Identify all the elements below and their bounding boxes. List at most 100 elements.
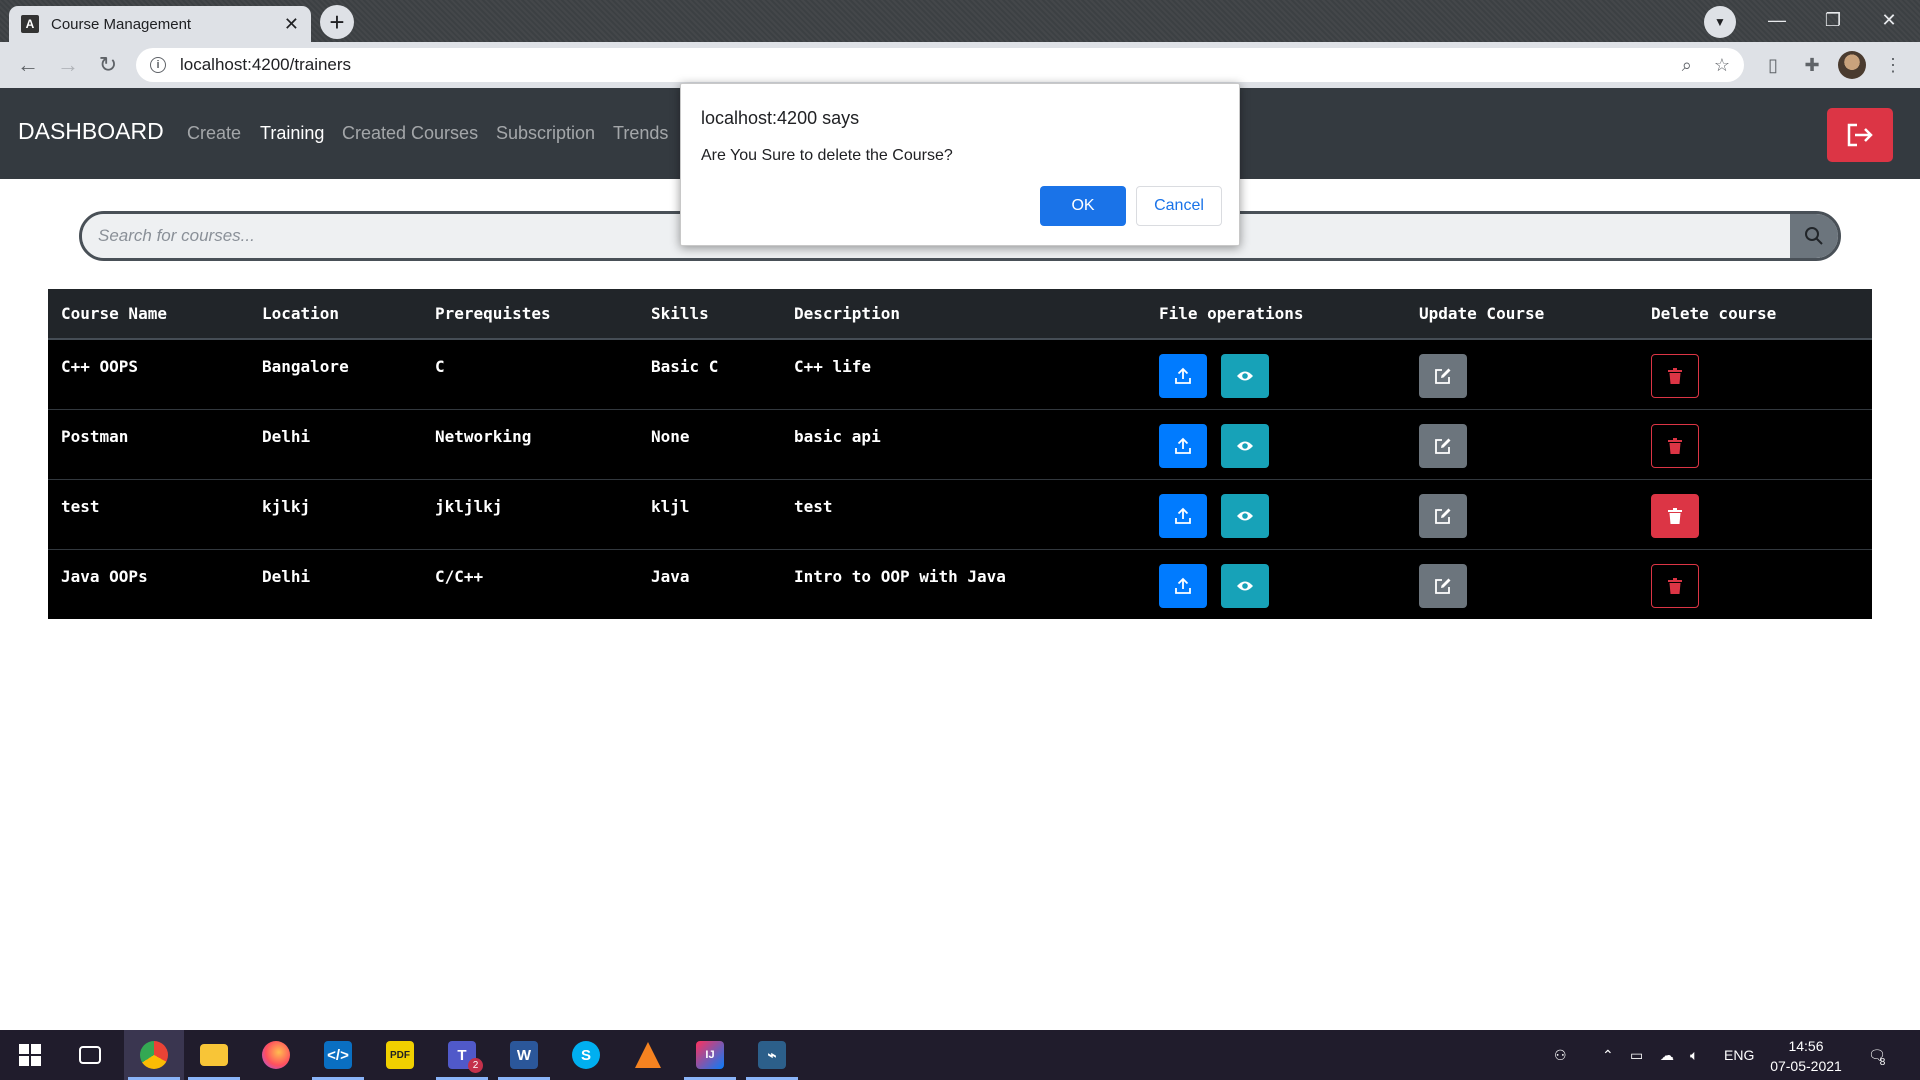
delete-course-button[interactable] (1651, 423, 1699, 468)
tab-title: Course Management (51, 15, 192, 33)
taskbar-intellij[interactable]: IJ (680, 1030, 740, 1080)
nav-link-subscription[interactable]: Subscription (496, 123, 595, 144)
dialog-title: localhost:4200 says (701, 108, 860, 128)
edit-icon (1435, 368, 1451, 384)
table-row: test kjlkj jkljlkj kljl test (48, 478, 1872, 549)
site-info-icon[interactable]: i (150, 57, 166, 73)
header-file-operations: File operations (1146, 289, 1406, 340)
tab-close-icon[interactable]: ✕ (284, 14, 299, 35)
volume-icon[interactable]: 🔈︎ (1690, 1030, 1698, 1080)
table-header-row: Course Name Location Prerequistes Skills… (48, 289, 1872, 340)
dialog-cancel-button[interactable]: Cancel (1136, 186, 1222, 226)
view-file-button[interactable] (1221, 423, 1269, 468)
new-tab-button[interactable]: + (320, 5, 354, 39)
course-name-cell: C++ OOPS (48, 338, 249, 409)
header-description: Description (781, 289, 1146, 340)
dialog-message: Are You Sure to delete the Course? (701, 147, 953, 164)
delete-course-button[interactable] (1651, 563, 1699, 608)
firefox-icon (262, 1041, 290, 1069)
restore-icon[interactable]: ❐ (1808, 4, 1858, 36)
confirm-dialog: localhost:4200 says Are You Sure to dele… (680, 83, 1240, 246)
taskbar-vlc[interactable] (618, 1030, 678, 1080)
notification-center-icon[interactable]: 🗨︎ 8 (1868, 1030, 1886, 1080)
update-course-button[interactable] (1419, 493, 1467, 538)
skills-cell: Basic C (638, 338, 781, 409)
header-update-course: Update Course (1406, 289, 1638, 340)
header-location: Location (249, 289, 422, 340)
upload-file-button[interactable] (1159, 563, 1207, 608)
nav-link-trends[interactable]: Trends (613, 123, 668, 144)
profile-avatar[interactable] (1838, 51, 1866, 79)
browser-tab[interactable]: A Course Management ✕ (9, 6, 311, 42)
update-course-button[interactable] (1419, 354, 1467, 398)
description-cell: basic api (781, 408, 1146, 479)
browser-toolbar: ← → ↻ i localhost:4200/trainers ⌕ ☆ ▯ ✚ … (0, 42, 1920, 88)
taskbar-chrome[interactable] (124, 1030, 184, 1080)
reload-icon[interactable]: ↻ (92, 49, 124, 81)
update-course-button[interactable] (1419, 563, 1467, 608)
trash-icon (1668, 507, 1682, 524)
taskbar-mysql-workbench[interactable]: ⌁ (742, 1030, 802, 1080)
taskbar-teams[interactable]: T 2 (432, 1030, 492, 1080)
nav-link-created-courses[interactable]: Created Courses (342, 123, 478, 144)
prerequisites-cell: C/C++ (422, 548, 638, 619)
file-operations-cell (1146, 408, 1406, 479)
upload-file-button[interactable] (1159, 423, 1207, 468)
taskbar-word[interactable]: W (494, 1030, 554, 1080)
location-cell: kjlkj (249, 478, 422, 549)
forward-arrow-icon[interactable]: → (52, 49, 84, 81)
taskbar-pdf-reader[interactable]: PDF (370, 1030, 430, 1080)
task-view-button[interactable] (60, 1030, 120, 1080)
view-file-button[interactable] (1221, 354, 1269, 398)
upload-icon (1175, 507, 1191, 524)
show-hidden-icons-chevron-icon[interactable]: ⌃ (1602, 1030, 1614, 1080)
battery-icon[interactable]: ▭ (1630, 1030, 1643, 1080)
bookmark-star-icon[interactable]: ☆ (1714, 55, 1730, 76)
delete-course-button[interactable] (1651, 354, 1699, 398)
taskbar-clock[interactable]: 14:56 07-05-2021 (1766, 1036, 1846, 1076)
notification-count: 8 (1879, 1056, 1886, 1068)
address-url[interactable]: localhost:4200/trainers (180, 55, 1660, 75)
upload-file-button[interactable] (1159, 493, 1207, 538)
start-button[interactable] (0, 1030, 60, 1080)
prerequisites-cell: Networking (422, 408, 638, 479)
delete-course-button[interactable] (1651, 493, 1699, 538)
upload-file-button[interactable] (1159, 354, 1207, 398)
view-file-button[interactable] (1221, 563, 1269, 608)
taskbar-file-explorer[interactable] (184, 1030, 244, 1080)
search-button[interactable] (1790, 214, 1838, 258)
onedrive-cloud-icon[interactable]: ☁ (1660, 1030, 1674, 1080)
update-course-cell (1406, 338, 1638, 409)
back-arrow-icon[interactable]: ← (12, 49, 44, 81)
nav-link-training[interactable]: Training (260, 123, 324, 144)
minimize-icon[interactable]: — (1752, 4, 1802, 36)
angular-favicon-icon: A (21, 15, 39, 33)
location-cell: Delhi (249, 408, 422, 479)
taskbar-vscode[interactable]: </> (308, 1030, 368, 1080)
dashboard-brand[interactable]: DASHBOARD (18, 118, 164, 145)
address-bar[interactable]: i localhost:4200/trainers ⌕ ☆ (136, 48, 1744, 82)
header-delete-course: Delete course (1638, 289, 1872, 340)
browser-menu-icon[interactable]: ⋮ (1878, 50, 1908, 80)
zoom-icon[interactable]: ⌕ (1682, 55, 1692, 76)
chrome-icon (140, 1041, 168, 1069)
description-cell: test (781, 478, 1146, 549)
tab-search-button[interactable]: ▼ (1704, 6, 1736, 38)
nav-link-create[interactable]: Create (187, 123, 241, 144)
window-close-icon[interactable]: ✕ (1864, 4, 1914, 36)
teams-badge: 2 (468, 1058, 483, 1073)
course-name-cell: Postman (48, 408, 249, 479)
delete-course-cell (1638, 408, 1872, 479)
taskbar-firefox[interactable] (246, 1030, 306, 1080)
language-indicator[interactable]: ENG (1724, 1030, 1754, 1080)
reading-list-icon[interactable]: ▯ (1758, 50, 1788, 80)
view-file-button[interactable] (1221, 493, 1269, 538)
extensions-puzzle-icon[interactable]: ✚ (1797, 50, 1827, 80)
taskbar-skype[interactable]: S (556, 1030, 616, 1080)
dialog-ok-button[interactable]: OK (1040, 186, 1126, 226)
update-course-button[interactable] (1419, 423, 1467, 468)
eye-icon (1237, 371, 1253, 381)
people-icon[interactable]: ⚇ (1554, 1030, 1567, 1080)
logout-button[interactable] (1827, 108, 1893, 162)
courses-table: Course Name Location Prerequistes Skills… (48, 289, 1872, 619)
